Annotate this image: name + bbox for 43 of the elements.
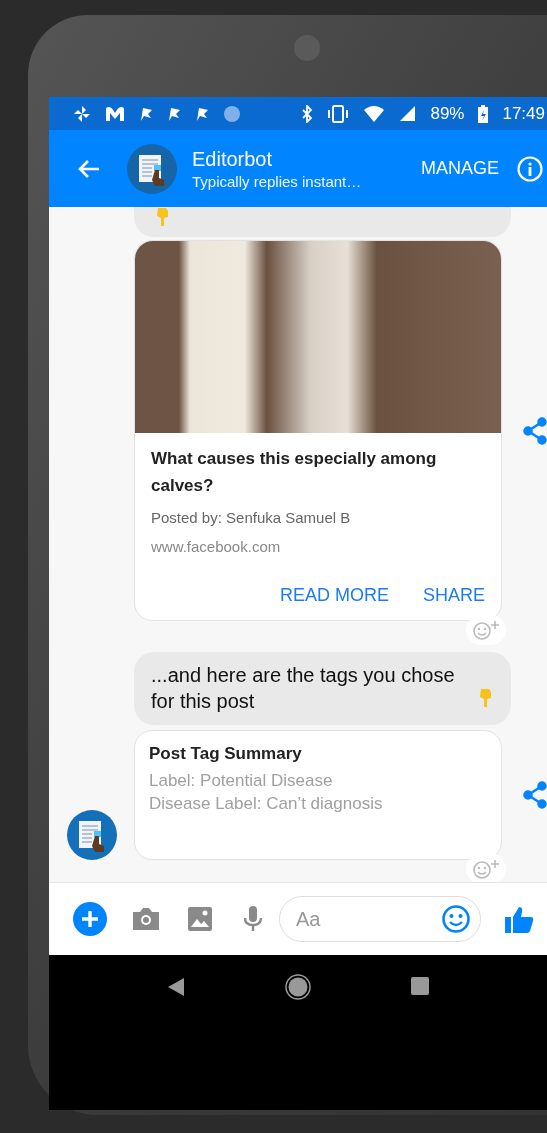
pointing-down-hand-icon xyxy=(156,207,170,227)
link-preview-card[interactable]: What causes this especially among calves? Posted by: Senfuka Samuel B www.facebook.com READ MORE SHARE xyxy=(134,240,502,621)
card-action-button[interactable]: READ MORE xyxy=(279,585,389,606)
m-logo-icon xyxy=(105,105,125,122)
message-text: ...and here are the tags you chose for this post xyxy=(151,663,456,714)
post-url: www.facebook.com xyxy=(151,538,282,555)
smiley-icon[interactable] xyxy=(441,904,471,934)
manage-button[interactable]: MANAGE xyxy=(417,152,503,185)
bot-avatar-icon xyxy=(67,810,117,860)
card-action-button[interactable]: SHARE xyxy=(423,585,485,606)
contact-status: Typically replies instant… xyxy=(192,172,363,190)
tag-label-text: Disease Label: Can’t diagnosis xyxy=(149,793,384,815)
camera-icon[interactable] xyxy=(131,906,161,932)
add-reaction-button[interactable] xyxy=(466,615,506,645)
microphone-icon[interactable] xyxy=(243,905,263,933)
info-icon[interactable] xyxy=(517,155,543,182)
add-reaction-button[interactable] xyxy=(466,854,506,882)
share-icon[interactable] xyxy=(523,416,547,445)
contact-name: Editorbot xyxy=(192,147,274,171)
message-input-field[interactable]: Aa xyxy=(279,896,481,942)
post-author: Posted by: Senfuka Samuel B xyxy=(151,509,352,526)
home-circle-icon[interactable] xyxy=(285,974,311,1000)
flag-icon xyxy=(167,105,181,122)
share-icon[interactable] xyxy=(523,781,547,809)
back-arrow-icon[interactable] xyxy=(77,158,101,179)
plus-button-icon[interactable] xyxy=(73,902,107,936)
bluetooth-icon xyxy=(301,104,314,123)
flag-icon xyxy=(195,105,209,122)
image-icon[interactable] xyxy=(187,906,213,932)
summary-title: Post Tag Summary xyxy=(149,743,303,765)
battery-charging-icon xyxy=(478,104,489,123)
back-triangle-icon[interactable] xyxy=(167,977,185,997)
vibrate-icon xyxy=(327,104,350,123)
battery-percentage: 89% xyxy=(430,103,465,124)
clock-time: 17:49 xyxy=(502,103,545,124)
flag-icon xyxy=(139,105,153,122)
pinwheel-icon xyxy=(73,104,91,123)
post-title: What causes this especially among calves? xyxy=(151,448,438,497)
signal-icon xyxy=(399,105,417,122)
wifi-icon xyxy=(363,105,386,122)
tag-label-text: Label: Potential Disease xyxy=(149,770,334,792)
bot-avatar-icon xyxy=(127,143,177,194)
pointing-down-hand-icon xyxy=(479,688,493,708)
